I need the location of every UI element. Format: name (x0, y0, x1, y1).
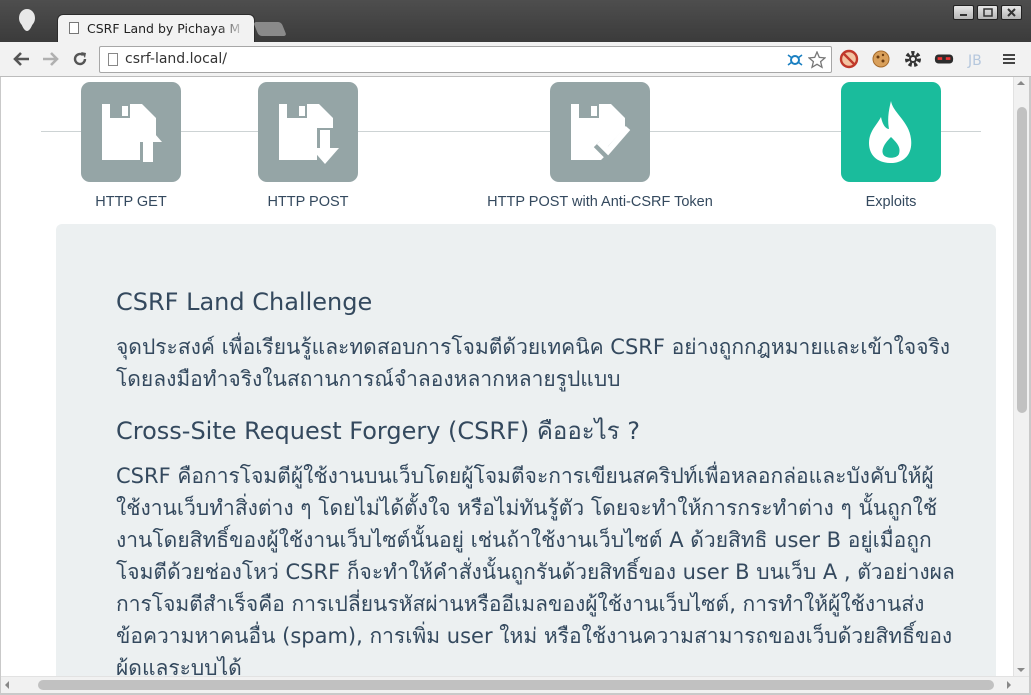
forward-button[interactable] (40, 49, 60, 69)
scroll-down-arrow-icon[interactable] (1017, 668, 1025, 672)
nav-item-http-post-anti-csrf[interactable]: HTTP POST with Anti-CSRF Token (460, 82, 740, 210)
minimize-button[interactable] (953, 5, 974, 20)
nav-tile (258, 82, 358, 182)
nav-label: HTTP POST with Anti-CSRF Token (487, 194, 713, 210)
address-bar[interactable]: csrf-land.local/ (99, 46, 832, 73)
floppy-download-icon (279, 104, 339, 164)
no-script-icon (839, 49, 859, 69)
nav-tile (550, 82, 650, 182)
page-icon (69, 22, 79, 34)
nav-item-exploits[interactable]: Exploits (821, 82, 961, 210)
bookmark-star-icon[interactable] (808, 51, 826, 69)
page-title: CSRF Land Challenge (116, 288, 373, 316)
maximize-button[interactable] (977, 5, 998, 20)
back-arrow-icon (13, 52, 29, 66)
mask-icon (934, 54, 954, 64)
reload-button[interactable] (70, 49, 90, 69)
nav-label: Exploits (865, 194, 917, 210)
horizontal-scrollbar-thumb[interactable] (38, 680, 994, 690)
new-tab-button[interactable] (253, 22, 287, 36)
content-body: CSRF Land Challenge จุดประสงค์ เพื่อเรีย… (116, 288, 956, 676)
vertical-scrollbar[interactable] (1013, 77, 1029, 676)
nav-tile (81, 82, 181, 182)
gear-icon (905, 51, 921, 67)
close-icon (1007, 8, 1016, 17)
hamburger-menu-icon (1003, 54, 1015, 64)
fire-icon (869, 101, 912, 163)
scroll-left-arrow-icon[interactable] (5, 681, 9, 689)
nav-tile (841, 82, 941, 182)
nav-label: HTTP POST (267, 194, 349, 210)
scroll-right-arrow-icon[interactable] (1007, 681, 1011, 689)
cookie-icon (872, 50, 890, 68)
horizontal-scrollbar[interactable] (1, 676, 1029, 693)
floppy-upload-icon (102, 104, 162, 162)
nav-item-http-post[interactable]: HTTP POST (228, 82, 388, 210)
reload-icon (73, 52, 87, 66)
browser-titlebar: CSRF Land by Pichaya M (0, 0, 1031, 42)
page-icon (108, 53, 118, 66)
extension-jb-button[interactable]: JB (967, 49, 987, 69)
network-extension-icon[interactable] (786, 52, 804, 68)
svg-text:JB: JB (967, 53, 982, 68)
content-panel: CSRF Land Challenge จุดประสงค์ เพื่อเรีย… (56, 224, 996, 676)
intro-paragraph: จุดประสงค์ เพื่อเรียนรู้และทดสอบการโจมตี… (116, 334, 951, 391)
extension-incognito-button[interactable] (934, 49, 954, 69)
tab-active[interactable]: CSRF Land by Pichaya M (58, 15, 254, 42)
scroll-up-arrow-icon[interactable] (1017, 81, 1025, 85)
tab-title: CSRF Land by Pichaya M (87, 21, 241, 36)
page-viewport: HTTP GET HTTP POST HTTP POST with Anti-C… (1, 77, 1013, 676)
extension-settings-button[interactable] (903, 49, 923, 69)
nav-item-http-get[interactable]: HTTP GET (51, 82, 211, 210)
section-heading: Cross-Site Request Forgery (CSRF) คืออะไ… (116, 416, 640, 445)
csrf-description-paragraph: CSRF คือการโจมตีผู้ใช้งานบนเว็บโดยผู้โจม… (116, 463, 955, 676)
extension-cookie-button[interactable] (871, 49, 891, 69)
floppy-check-icon (571, 104, 633, 161)
back-button[interactable] (12, 49, 32, 69)
maximize-icon (982, 8, 993, 17)
url-text: csrf-land.local/ (125, 51, 227, 67)
jb-icon: JB (967, 53, 982, 68)
minimize-icon (960, 14, 967, 16)
vertical-scrollbar-thumb[interactable] (1017, 107, 1027, 413)
chromium-incognito-logo-icon (19, 9, 35, 31)
close-window-button[interactable] (1001, 5, 1022, 20)
forward-arrow-icon (43, 52, 59, 66)
nav-label: HTTP GET (95, 194, 167, 210)
extension-block-button[interactable] (839, 49, 859, 69)
browser-menu-button[interactable] (999, 49, 1019, 69)
browser-toolbar: csrf-land.local/ JB (0, 42, 1031, 77)
